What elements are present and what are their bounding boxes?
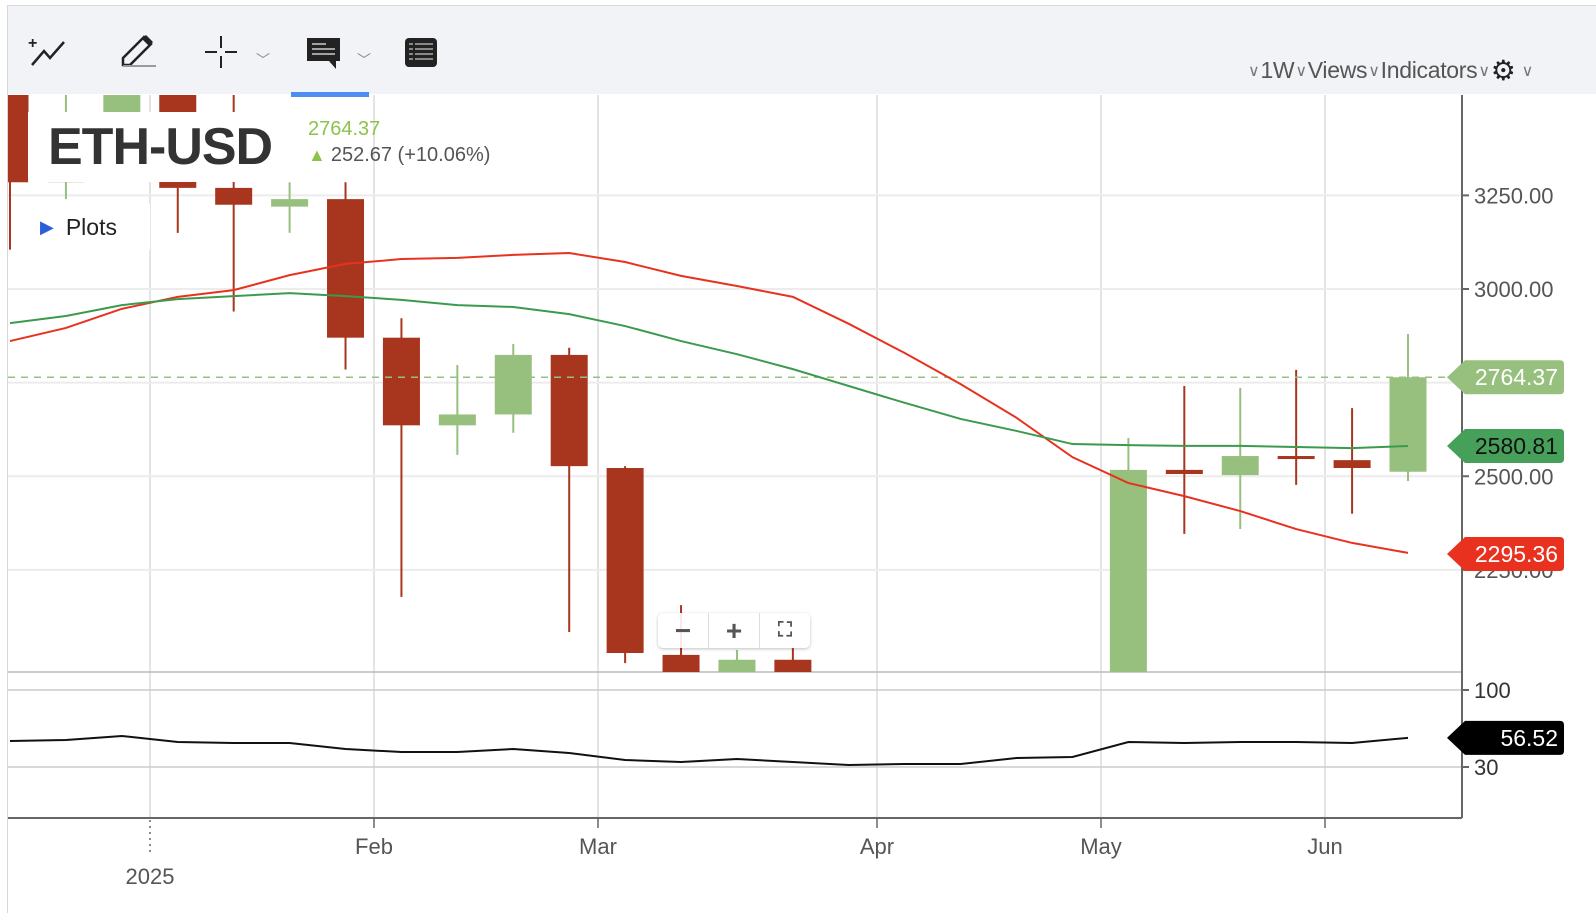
- chevron-down-icon: ∨: [1295, 62, 1307, 80]
- candle-down: [1333, 460, 1371, 469]
- last-price-tag: 2764.37: [1475, 364, 1558, 390]
- symbol-box: ETH-USD: [28, 112, 291, 182]
- axes: 3250.003000.002750.002500.002250.0010030…: [8, 95, 1554, 889]
- oscillator-line: [9, 734, 1409, 767]
- candle-down: [1165, 469, 1203, 475]
- toolbar: + ﹀ ﹀ ∨ 1W ∨ Views ∨ Indicators ∨ ⚙ ∨: [8, 6, 1596, 97]
- candle-up: [1109, 469, 1147, 672]
- draw-pencil-icon[interactable]: [118, 32, 162, 72]
- oscillator-tag: 56.52: [1500, 725, 1558, 751]
- chevron-down-icon: ∨: [1368, 62, 1380, 80]
- plots-toggle[interactable]: ▶ Plots: [28, 204, 150, 250]
- ma-green-tag: 2580.81: [1475, 433, 1558, 459]
- ma-lines: [8, 252, 1462, 554]
- osc-tick-label: 100: [1474, 678, 1511, 703]
- table-view-icon[interactable]: [404, 32, 438, 72]
- candle-down: [774, 659, 812, 672]
- crosshair-chevron-down-icon[interactable]: ﹀: [256, 50, 270, 70]
- quote: 2764.37 ▲ 252.67 (+10.06%): [308, 118, 490, 167]
- candle-down: [8, 95, 29, 183]
- add-study-icon[interactable]: +: [26, 32, 70, 72]
- svg-text:+: +: [28, 35, 37, 52]
- views-menu[interactable]: Views: [1308, 57, 1368, 84]
- candle-down: [550, 354, 588, 467]
- candle-up: [1221, 456, 1259, 476]
- time-tick-label: May: [1080, 834, 1122, 859]
- ma-red-tag: 2295.36: [1475, 541, 1558, 567]
- comment-icon[interactable]: [306, 32, 342, 72]
- arrow-up-icon: ▲: [308, 145, 326, 165]
- candle-up: [271, 199, 309, 207]
- active-tab-indicator: [291, 92, 369, 97]
- right-toolbar: ∨ 1W ∨ Views ∨ Indicators ∨ ⚙ ∨: [1247, 54, 1534, 87]
- candle-down: [830, 735, 867, 821]
- time-tick-label: Feb: [355, 834, 393, 859]
- candle-down: [606, 468, 644, 654]
- comment-chevron-down-icon[interactable]: ﹀: [357, 50, 371, 70]
- chevron-down-icon: ∨: [1478, 62, 1490, 80]
- fit-screen-button[interactable]: ⛶: [760, 613, 810, 648]
- price-tick-label: 3250.00: [1474, 183, 1554, 208]
- candle-down: [215, 187, 253, 205]
- candle-down: [327, 199, 365, 338]
- gear-icon[interactable]: ⚙: [1491, 54, 1516, 87]
- plots-label: Plots: [65, 213, 117, 240]
- time-tick-label: Apr: [860, 834, 894, 859]
- candle-up: [438, 414, 476, 426]
- chevron-down-icon: ∨: [1248, 62, 1260, 80]
- ma-line: [9, 252, 1409, 554]
- candle-down: [662, 654, 700, 672]
- candle-down: [382, 337, 420, 426]
- zoom-in-button[interactable]: +: [709, 613, 760, 648]
- candle-down: [1277, 456, 1315, 460]
- time-tick-label: Jun: [1307, 834, 1342, 859]
- candle-up: [494, 354, 532, 415]
- osc-tick-label: 30: [1474, 755, 1498, 780]
- candle-up: [1389, 377, 1427, 472]
- price-tick-label: 3000.00: [1474, 277, 1554, 302]
- period-select[interactable]: 1W: [1260, 57, 1294, 84]
- candle-up: [998, 753, 1035, 820]
- year-label: 2025: [126, 864, 175, 889]
- triangle-right-icon: ▶: [40, 216, 54, 237]
- zoom-out-button[interactable]: −: [658, 613, 709, 648]
- price-change: 252.67 (+10.06%): [330, 144, 491, 166]
- time-tick-label: Mar: [579, 834, 617, 859]
- settings-chevron-down-icon[interactable]: ∨: [1522, 61, 1534, 81]
- ma-line: [9, 292, 1409, 450]
- crosshair-icon[interactable]: [204, 32, 238, 72]
- last-price: 2764.37: [308, 118, 381, 140]
- symbol-ticker: ETH-USD: [48, 118, 273, 176]
- indicators-menu[interactable]: Indicators: [1381, 57, 1478, 84]
- price-tick-label: 2500.00: [1474, 464, 1554, 489]
- candle-up: [718, 659, 756, 672]
- zoom-controls: − + ⛶: [658, 613, 810, 648]
- candle-up: [1054, 723, 1091, 753]
